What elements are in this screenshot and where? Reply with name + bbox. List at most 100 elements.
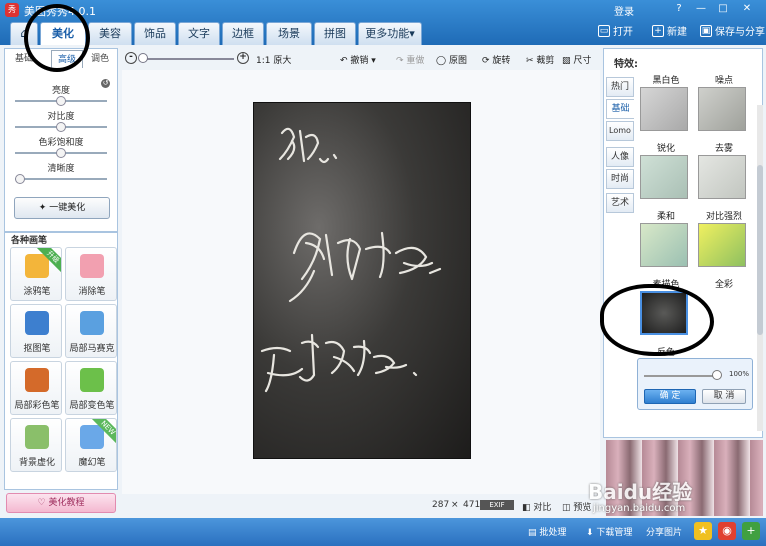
category-fashion[interactable]: 时尚 (606, 169, 634, 189)
brush-eraser[interactable]: 消除笔 (65, 247, 117, 301)
effect-label: 全彩 (714, 280, 733, 290)
redo-button[interactable]: ↷ 重做 (396, 53, 424, 66)
effect-strength-slider[interactable] (644, 375, 718, 377)
brush-label: 涂鸦笔 (23, 287, 51, 297)
effect-soft[interactable]: 柔和 (640, 209, 692, 269)
bottom-bar: ▤ 批处理 ⬇ 下载管理 分享图片 ★ ◉ + (0, 518, 766, 546)
effect-dehaze[interactable]: 去雾 (698, 141, 750, 201)
size-button[interactable]: ▧ 尺寸 (562, 53, 591, 66)
tab-more[interactable]: 更多功能▾ (358, 22, 422, 45)
annotation-circle (600, 284, 714, 356)
times-sign: × (451, 500, 459, 510)
effect-label: 锐化 (656, 144, 675, 154)
preview-icon: ◫ (562, 503, 574, 513)
brush-doodle[interactable]: 升级 涂鸦笔 (10, 247, 62, 301)
brush-color-change[interactable]: 局部变色笔 (65, 361, 117, 415)
compare-button[interactable]: ◧ 对比 (522, 500, 551, 513)
paint-bucket-icon (80, 368, 104, 392)
effect-label: 对比强烈 (705, 212, 742, 222)
one-key-beautify-button[interactable]: ✦ 一键美化 (14, 197, 110, 219)
brush-magic[interactable]: NEW 魔幻笔 (65, 418, 117, 472)
original-button[interactable]: ◯ 原图 (436, 53, 467, 66)
zoom-slider[interactable] (142, 58, 234, 60)
brightness-knob[interactable] (56, 96, 66, 106)
cancel-button[interactable]: 取 消 (702, 389, 746, 404)
add-share-icon[interactable]: + (742, 522, 760, 540)
weibo-icon[interactable]: ◉ (718, 522, 736, 540)
saturation-slider[interactable] (15, 148, 107, 158)
star-icon[interactable]: ★ (694, 522, 712, 540)
effect-noise[interactable]: 噪点 (698, 73, 750, 133)
contrast-knob[interactable] (56, 122, 66, 132)
brush-label: 局部变色笔 (69, 401, 115, 411)
tab-scene[interactable]: 场景 (266, 22, 312, 45)
subtab-color[interactable]: 调色 (85, 50, 115, 68)
watermark-logo: Baidu经验 (588, 480, 693, 504)
tab-accessories[interactable]: 饰品 (134, 22, 176, 45)
sharpness-slider[interactable] (15, 174, 107, 184)
magic-wand-icon (80, 425, 104, 449)
zoom-knob[interactable] (138, 53, 148, 63)
rotate-button[interactable]: ⟳ 旋转 (482, 53, 510, 66)
effect-black-white[interactable]: 黑白色 (640, 73, 692, 133)
category-lomo[interactable]: Lomo (606, 121, 634, 141)
download-manager-button[interactable]: ⬇ 下载管理 (586, 525, 632, 538)
title-bar: 秀 美图秀秀4.0.1 登录 ? — □ ✕ ⌂ 美化 美容 饰品 文字 边框 … (0, 0, 766, 45)
minimize-icon[interactable]: — (692, 2, 710, 16)
brush-background-blur[interactable]: 背景虚化 (10, 418, 62, 472)
pencil-icon (25, 254, 49, 278)
brush-mosaic[interactable]: 局部马赛克 (65, 304, 117, 358)
zoom-out-icon[interactable]: - (125, 52, 137, 64)
save-share-button[interactable]: ▣ 保存与分享 (700, 23, 765, 38)
redo-icon: ↷ (396, 56, 407, 66)
help-icon[interactable]: ? (670, 2, 688, 16)
ok-button[interactable]: 确 定 (644, 389, 696, 404)
batch-button[interactable]: ▤ 批处理 (528, 525, 566, 538)
paint-brush-icon (25, 368, 49, 392)
brightness-slider[interactable] (15, 96, 107, 106)
effect-strength-knob[interactable] (712, 370, 722, 380)
brush-cutout[interactable]: 抠图笔 (10, 304, 62, 358)
effect-strength-value: 100% (729, 370, 750, 378)
image-toolbar: - + 1:1 原大 ↶ 撤销 ▾ ↷ 重做 ◯ 原图 ⟳ 旋转 ✂ 裁剪 ▧ … (122, 48, 600, 70)
original-size-button[interactable]: 1:1 原大 (256, 53, 291, 66)
brush-local-color[interactable]: 局部彩色笔 (10, 361, 62, 415)
brightness-label: 亮度 (51, 86, 70, 96)
plus-icon: + (652, 24, 664, 37)
effect-sharpen[interactable]: 锐化 (640, 141, 692, 201)
tutorial-button[interactable]: ♡ 美化教程 (6, 493, 116, 513)
effect-strong-contrast[interactable]: 对比强烈 (698, 209, 750, 269)
close-icon[interactable]: ✕ (738, 2, 756, 16)
annotation-circle (24, 4, 90, 72)
effect-label: 柔和 (656, 212, 675, 222)
saturation-knob[interactable] (56, 148, 66, 158)
tab-text[interactable]: 文字 (178, 22, 220, 45)
contrast-slider[interactable] (15, 122, 107, 132)
tab-face[interactable]: 美容 (88, 22, 132, 45)
share-picture-label: 分享图片 (646, 528, 683, 538)
watermark-url: jingyan.baidu.com (593, 503, 686, 514)
open-button[interactable]: ▭ 打开 (598, 23, 633, 38)
category-hot[interactable]: 热门 (606, 77, 634, 97)
category-art[interactable]: 艺术 (606, 193, 634, 213)
sharpness-knob[interactable] (15, 174, 25, 184)
save-icon: ▣ (700, 24, 712, 37)
maximize-icon[interactable]: □ (714, 2, 732, 16)
photo-image[interactable] (254, 103, 470, 458)
heart-icon: ♡ (37, 498, 49, 508)
scroll-thumb[interactable] (757, 165, 763, 335)
zoom-in-icon[interactable]: + (237, 52, 249, 64)
category-basic[interactable]: 基础 (606, 99, 634, 119)
effect-thumbnail (698, 155, 746, 199)
exif-button[interactable]: EXIF (480, 500, 514, 510)
category-portrait[interactable]: 人像 (606, 147, 634, 167)
login-link[interactable]: 登录 (614, 3, 634, 18)
crop-button[interactable]: ✂ 裁剪 (526, 53, 554, 66)
tab-collage[interactable]: 拼图 (314, 22, 356, 45)
effects-scrollbar[interactable] (757, 105, 763, 431)
new-button[interactable]: + 新建 (652, 23, 687, 38)
tab-frame[interactable]: 边框 (222, 22, 264, 45)
resize-icon: ▧ (562, 56, 574, 66)
undo-button[interactable]: ↶ 撤销 ▾ (340, 53, 376, 66)
effect-label: 噪点 (714, 76, 733, 86)
